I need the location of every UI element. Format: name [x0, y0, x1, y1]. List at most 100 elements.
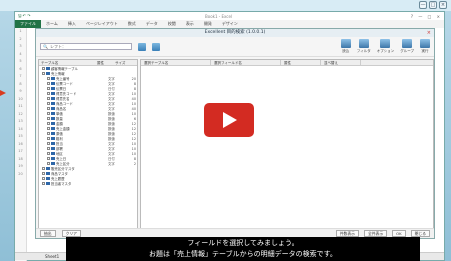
toolbar-right-buttons: 読込 フィルタ オプション グループ 実行 — [340, 39, 430, 54]
tree-row[interactable]: 担当者マスタ — [39, 181, 137, 186]
tree-row-size: 8 — [133, 81, 136, 86]
field-icon — [51, 82, 55, 85]
tree-row-size: 12 — [131, 121, 136, 126]
field-icon — [51, 157, 55, 160]
field-icon — [51, 77, 55, 80]
field-icon — [51, 87, 55, 90]
checkbox[interactable] — [47, 127, 50, 130]
minimize-button[interactable]: — — [419, 1, 427, 9]
save-icon[interactable] — [152, 42, 160, 51]
table-tree[interactable]: テーブル名 属性 サイズ 顧客情報テーブル 売上情報 売上番号 文字 20 伝票コード 文字… — [38, 59, 138, 229]
tree-row-size: 40 — [131, 106, 136, 111]
checkbox[interactable] — [47, 107, 50, 110]
field-icon — [51, 142, 55, 145]
checkbox[interactable] — [47, 97, 50, 100]
tree-row-size: 12 — [131, 136, 136, 141]
maximize-button[interactable]: □ — [429, 1, 437, 9]
checkbox[interactable] — [42, 67, 45, 70]
checkbox[interactable] — [42, 177, 45, 180]
tab-design[interactable]: デザイン — [217, 20, 243, 28]
run-button[interactable]: 実行 — [420, 39, 430, 54]
folder-icon[interactable] — [138, 42, 146, 51]
play-icon[interactable] — [204, 103, 254, 137]
field-icon — [51, 127, 55, 130]
search-placeholder: レフト： — [49, 44, 66, 49]
close-button[interactable]: × — [439, 1, 447, 9]
quick-access-toolbar[interactable]: 🖫 ↶ ↷ — [18, 13, 31, 20]
checkbox[interactable] — [47, 92, 50, 95]
checkbox[interactable] — [47, 132, 50, 135]
checkbox[interactable] — [42, 172, 45, 175]
tab-file[interactable]: ファイル — [15, 20, 41, 28]
checkbox[interactable] — [47, 147, 50, 150]
table-icon — [46, 182, 50, 185]
checkbox[interactable] — [47, 157, 50, 160]
window-controls: — □ × — [419, 1, 447, 9]
dialog-title: Excellent 目的検索 (1.0.0.1) — [204, 30, 266, 35]
tree-row-size: 8 — [133, 86, 136, 91]
option-icon — [380, 39, 391, 48]
field-icon — [51, 102, 55, 105]
close-dialog-button[interactable]: 閉じる — [410, 230, 430, 237]
field-icon — [51, 137, 55, 140]
checkbox[interactable] — [47, 122, 50, 125]
checkbox[interactable] — [47, 152, 50, 155]
field-icon — [51, 152, 55, 155]
field-icon — [51, 92, 55, 95]
tab-view[interactable]: 表示 — [181, 20, 199, 28]
clear-button[interactable]: クリア — [61, 230, 81, 237]
player-titlebar: — □ × — [0, 0, 451, 11]
dialog-panes: テーブル名 属性 サイズ 顧客情報テーブル 売上情報 売上番号 文字 20 伝票コード 文字… — [38, 59, 434, 229]
search-icon: 🔍 — [43, 44, 48, 49]
tree-row-size: 10 — [131, 151, 136, 156]
tab-formulas[interactable]: 数式 — [123, 20, 141, 28]
tab-insert[interactable]: 挿入 — [63, 20, 81, 28]
checkbox[interactable] — [47, 162, 50, 165]
checkbox[interactable] — [47, 87, 50, 90]
tab-page-layout[interactable]: ページレイアウト — [81, 20, 123, 28]
table-icon — [46, 67, 50, 70]
excel-titlebar: 🖫 ↶ ↷ Book1 - Excel ? — □ × — [15, 12, 444, 20]
subtitle-caption: フィールドを選択してみましょう。 お題は「売上情報」テーブルからの明細データの検… — [66, 237, 420, 261]
field-icon — [51, 117, 55, 120]
checkbox[interactable] — [42, 182, 45, 185]
ok-button[interactable]: OK — [392, 230, 406, 237]
show-all-button[interactable]: 全件表示 — [363, 230, 388, 237]
caption-line-2: お題は「売上情報」テーブルからの明細データの検索です。 — [149, 249, 337, 258]
dialog-close-icon[interactable]: × — [427, 29, 431, 37]
field-icon — [51, 107, 55, 110]
tree-row-size: 20 — [131, 76, 136, 81]
checkbox[interactable] — [47, 112, 50, 115]
search-input[interactable]: 🔍 レフト： — [40, 43, 132, 50]
sheet-tab[interactable]: Sheet1 — [45, 254, 59, 259]
caption-line-1: フィールドを選択してみましょう。 — [187, 239, 299, 247]
tab-home[interactable]: ホーム — [41, 20, 63, 28]
checkbox[interactable] — [47, 82, 50, 85]
tree-rows: 顧客情報テーブル 売上情報 売上番号 文字 20 伝票コード 文字 8 伝票日 日付 8 得意先コード… — [39, 66, 137, 186]
checkbox[interactable] — [42, 72, 45, 75]
checkbox[interactable] — [47, 117, 50, 120]
filter-button[interactable]: フィルタ — [357, 39, 371, 54]
excel-window-buttons[interactable]: ? — □ × — [411, 14, 442, 19]
tab-data[interactable]: データ — [141, 20, 163, 28]
tab-review[interactable]: 校閲 — [163, 20, 181, 28]
table-icon — [46, 172, 50, 175]
selected-fields-grid[interactable]: 選択テーブル名 選択フィールド名 属性 並べ替え — [140, 59, 434, 229]
group-button[interactable]: グループ — [400, 39, 414, 54]
count-button[interactable]: 件数表示 — [335, 230, 359, 237]
row-header-strip: 1 2 3 4 5 6 7 8 9 10 11 12 13 14 15 16 17 18 19 20 — [15, 28, 27, 261]
field-grid-header: 選択テーブル名 選択フィールド名 属性 並べ替え — [141, 60, 433, 66]
tree-row-size: 40 — [131, 96, 136, 101]
side-arrow-icon — [0, 90, 6, 96]
checkbox[interactable] — [42, 167, 45, 170]
tab-developer[interactable]: 開発 — [199, 20, 217, 28]
checkbox[interactable] — [47, 137, 50, 140]
option-button[interactable]: オプション — [377, 39, 394, 54]
checkbox[interactable] — [47, 77, 50, 80]
extract-button[interactable]: 抽出 — [40, 230, 56, 237]
checkbox[interactable] — [47, 142, 50, 145]
checkbox[interactable] — [47, 102, 50, 105]
tree-row-size: 10 — [131, 91, 136, 96]
table-icon — [46, 167, 50, 170]
load-button[interactable]: 読込 — [340, 39, 351, 54]
